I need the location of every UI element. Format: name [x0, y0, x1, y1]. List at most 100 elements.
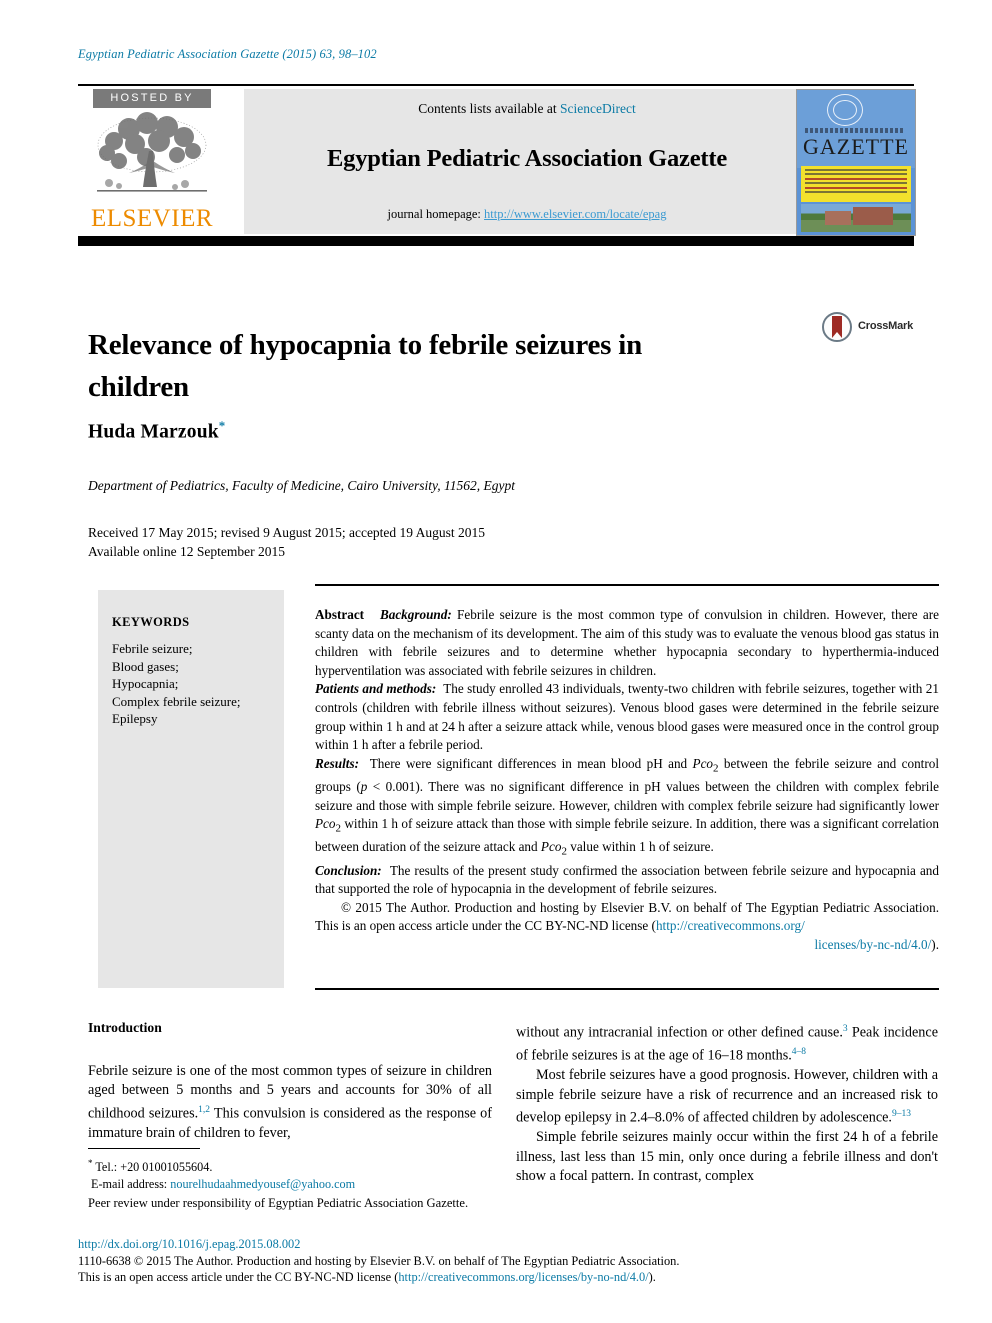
footnote-rule — [88, 1148, 200, 1150]
cc-license-link-part1[interactable]: http://creativecommons.org/ — [656, 918, 805, 933]
citation-ref[interactable]: 9–13 — [892, 1109, 911, 1119]
author-email-link[interactable]: nourelhudaahmedyousef@yahoo.com — [170, 1177, 355, 1191]
right-paragraph-2: Most febrile seizures have a good progno… — [516, 1066, 938, 1128]
keywords-list: Febrile seizure; Blood gases; Hypocapnia… — [112, 640, 241, 728]
paper-page: Egyptian Pediatric Association Gazette (… — [0, 0, 992, 1323]
abstract-copyright: © 2015 The Author. Production and hostin… — [315, 899, 939, 955]
crossmark-icon — [822, 312, 852, 342]
abstract-conclusion-paragraph: Conclusion: The results of the present s… — [315, 862, 939, 899]
footnote-tel: Tel.: +20 01001055604. — [92, 1160, 213, 1175]
corresponding-author-marker: * — [218, 418, 226, 433]
available-online-line: Available online 12 September 2015 — [88, 544, 285, 559]
cover-line — [805, 177, 907, 180]
copyright-tail: licenses/by-nc-nd/4.0/). — [315, 936, 939, 955]
pco2-italic: Pco — [692, 755, 714, 771]
footnote-email-label: E-mail address: — [91, 1176, 171, 1191]
author-name: Huda Marzouk — [88, 421, 219, 443]
elsevier-wordmark: ELSEVIER — [90, 205, 214, 232]
abstract-bottom-rule — [315, 988, 939, 990]
right-paragraph-1: without any intracranial infection or ot… — [516, 1020, 938, 1066]
body-column-left: Introduction Febrile seizure is one of t… — [88, 1020, 492, 1143]
abstract-results-text-5: value within 1 h of seizure. — [566, 839, 714, 855]
cover-line — [805, 169, 907, 171]
journal-homepage-label: journal homepage: — [387, 207, 485, 221]
copyright-text: © 2015 The Author. Production and hostin… — [315, 899, 939, 934]
introduction-heading: Introduction — [88, 1020, 162, 1035]
license-post: ). — [648, 1270, 656, 1285]
cover-line — [805, 173, 907, 176]
abstract-conclusion-label: Conclusion: — [315, 862, 382, 878]
abstract-background-paragraph: Abstract Background: Febrile seizure is … — [315, 606, 939, 680]
keyword-item: Febrile seizure; — [112, 641, 193, 656]
journal-masthead: HOSTED BY ELSEVIER Contents lists availa… — [78, 84, 916, 246]
abstract-methods-label: Patients and methods: — [315, 681, 437, 697]
abstract-results-text-1: There were significant differences in me… — [369, 755, 693, 771]
elsevier-tree-icon — [97, 112, 207, 192]
elsevier-logo-block: HOSTED BY ELSEVIER — [78, 89, 226, 234]
author-line: Huda Marzouk* — [88, 418, 226, 444]
cover-building-small — [825, 211, 851, 225]
abstract-background-label: Background: — [379, 607, 452, 622]
masthead-center-panel: Contents lists available at ScienceDirec… — [244, 89, 810, 234]
keyword-item: Epilepsy — [112, 711, 158, 726]
cover-yellow-panel — [801, 166, 911, 202]
keyword-item: Complex febrile seizure; — [112, 693, 241, 709]
right-text-a: without any intracranial infection or ot… — [516, 1024, 843, 1041]
license-line: This is an open access article under the… — [78, 1269, 938, 1286]
keyword-item: Blood gases; — [112, 658, 179, 674]
journal-homepage-link[interactable]: http://www.elsevier.com/locate/epag — [484, 207, 666, 221]
copyright-close: ). — [931, 937, 939, 953]
contents-lists-prefix: Contents lists available at — [418, 101, 560, 116]
cc-license-footer-link[interactable]: http://creativecommons.org/licenses/by-n… — [398, 1270, 648, 1284]
crossmark-badge[interactable]: CrossMark — [822, 312, 934, 346]
abstract-methods-paragraph: Patients and methods: The study enrolled… — [315, 680, 939, 754]
hosted-by-badge: HOSTED BY — [93, 89, 211, 108]
cover-seal-icon — [827, 94, 863, 126]
crossmark-label: CrossMark — [858, 320, 914, 332]
contents-lists-line: Contents lists available at ScienceDirec… — [244, 101, 810, 117]
received-line: Received 17 May 2015; revised 9 August 2… — [88, 525, 486, 540]
journal-title: Egyptian Pediatric Association Gazette — [327, 145, 727, 172]
affiliation: Department of Pediatrics, Faculty of Med… — [88, 478, 516, 493]
citation-ref[interactable]: 4–8 — [792, 1047, 806, 1057]
cover-building-main — [853, 207, 893, 225]
keyword-item: Hypocapnia; — [112, 676, 179, 691]
abstract-label: Abstract — [315, 607, 365, 622]
issn-copyright-line: 1110-6638 © 2015 The Author. Production … — [78, 1253, 680, 1268]
keywords-heading: KEYWORDS — [112, 615, 190, 629]
page-title: Relevance of hypocapnia to febrile seizu… — [88, 329, 643, 404]
page-footer-legal: http://dx.doi.org/10.1016/j.epag.2015.08… — [78, 1236, 938, 1286]
keywords-panel: KEYWORDS Febrile seizure; Blood gases; H… — [98, 590, 284, 988]
abstract-results-label: Results: — [315, 755, 359, 771]
footnote-email-line: E-mail address: nourelhudaahmedyousef@ya… — [88, 1176, 498, 1193]
peer-review-note: Peer review under responsibility of Egyp… — [88, 1196, 469, 1211]
cover-gazette-word: GAZETTE — [803, 134, 909, 159]
cover-line — [805, 182, 907, 185]
right-paragraph-3: Simple febrile seizures mainly occur wit… — [516, 1129, 938, 1185]
intro-paragraph-1: Febrile seizure is one of the most commo… — [88, 1062, 492, 1143]
abstract-results-text-3: < 0.001). There was no significant diffe… — [315, 778, 939, 813]
abstract-conclusion-text: The results of the present study confirm… — [315, 862, 939, 897]
body-column-right: without any intracranial infection or ot… — [516, 1020, 938, 1186]
footnote-block: * Tel.: +20 01001055604. E-mail address:… — [88, 1148, 498, 1212]
license-pre: This is an open access article under the… — [78, 1270, 399, 1285]
cover-line — [805, 186, 907, 189]
abstract-body: Abstract Background: Febrile seizure is … — [315, 606, 939, 955]
masthead-bottom-rule — [78, 236, 914, 246]
right-text-c: Most febrile seizures have a good progno… — [516, 1067, 938, 1126]
cover-line — [805, 190, 907, 193]
citation-ref[interactable]: 1,2 — [198, 1105, 210, 1115]
cover-microtext — [805, 128, 905, 133]
pco2-italic: Pco — [540, 839, 562, 855]
pco2-italic: Pco — [315, 816, 336, 832]
running-head: Egyptian Pediatric Association Gazette (… — [78, 47, 377, 61]
doi-line: http://dx.doi.org/10.1016/j.epag.2015.08… — [78, 1236, 938, 1253]
cc-license-link-part2[interactable]: licenses/by-nc-nd/4.0/ — [814, 937, 931, 952]
journal-cover-thumbnail: GAZETTE — [796, 89, 916, 236]
sciencedirect-link[interactable]: ScienceDirect — [560, 101, 636, 116]
footnote-tel-line: * Tel.: +20 01001055604. — [88, 1155, 498, 1176]
doi-link[interactable]: http://dx.doi.org/10.1016/j.epag.2015.08… — [78, 1237, 300, 1251]
masthead-top-rule — [78, 84, 914, 86]
abstract-top-rule — [315, 584, 939, 586]
article-dates: Received 17 May 2015; revised 9 August 2… — [88, 523, 485, 561]
